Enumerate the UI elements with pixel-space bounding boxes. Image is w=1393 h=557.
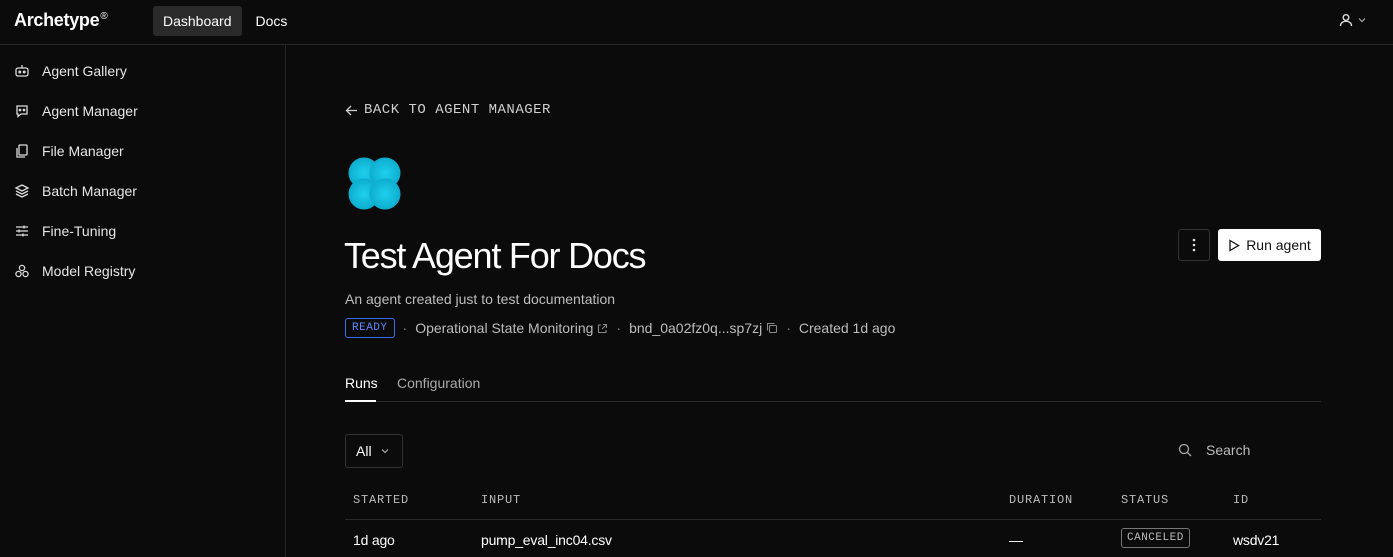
created-time: Created 1d ago: [798, 320, 896, 336]
source-link-label: Operational State Monitoring: [415, 320, 594, 336]
sidebar-item-fine-tuning[interactable]: Fine-Tuning: [14, 221, 116, 241]
arrow-left-icon: [345, 105, 357, 115]
search-placeholder: Search: [1206, 442, 1251, 458]
nav-dashboard[interactable]: Dashboard: [153, 6, 242, 36]
search-input[interactable]: Search: [1178, 442, 1250, 458]
robot-icon: [15, 65, 29, 77]
sidebar-item-label: Batch Manager: [42, 183, 137, 199]
agent-avatar: [348, 157, 401, 210]
sidebar-item-batch-manager[interactable]: Batch Manager: [14, 181, 137, 201]
copy-icon: [767, 322, 778, 334]
bundle-id-label: bnd_0a02fz0q...sp7zj: [629, 320, 763, 336]
user-menu[interactable]: [1339, 13, 1367, 27]
tab-configuration[interactable]: Configuration: [397, 375, 480, 391]
layers-icon: [14, 184, 30, 198]
separator: ·: [402, 320, 408, 336]
filter-selected-value: All: [356, 443, 372, 459]
sidebar-item-label: Model Registry: [42, 263, 136, 279]
more-vertical-icon: [1192, 238, 1196, 252]
top-bar: Archetype® Dashboard Docs: [0, 0, 1393, 45]
page-title: Test Agent For Docs: [344, 235, 647, 276]
sidebar-item-label: Agent Manager: [42, 103, 138, 119]
run-agent-button[interactable]: Run agent: [1218, 229, 1321, 261]
back-link[interactable]: BACK TO AGENT MANAGER: [345, 102, 551, 118]
sidebar-item-agent-manager[interactable]: Agent Manager: [14, 101, 138, 121]
tab-bar: Runs Configuration: [345, 367, 1321, 402]
cell-duration: —: [1009, 532, 1023, 548]
sidebar: Agent Gallery Agent Manager File Manager…: [0, 45, 286, 557]
cubes-icon: [15, 264, 29, 278]
main-content: BACK TO AGENT MANAGER Test Agent For Doc…: [286, 45, 1393, 557]
app-logo[interactable]: Archetype®: [14, 10, 108, 31]
table-row[interactable]: 1d ago pump_eval_inc04.csv — CANCELED ws…: [345, 521, 1321, 557]
play-icon: [1229, 238, 1240, 252]
agent-meta: READY · Operational State Monitoring · b…: [345, 318, 895, 338]
column-header-input[interactable]: INPUT: [481, 493, 521, 507]
cell-input: pump_eval_inc04.csv: [481, 532, 612, 548]
cell-status-badge: CANCELED: [1121, 528, 1190, 548]
status-filter-select[interactable]: All: [345, 434, 403, 468]
user-icon: [1339, 14, 1353, 27]
column-header-status[interactable]: STATUS: [1121, 493, 1169, 507]
status-badge: READY: [345, 318, 395, 338]
sidebar-item-model-registry[interactable]: Model Registry: [14, 261, 135, 281]
external-link-icon: [598, 323, 608, 333]
sidebar-item-agent-gallery[interactable]: Agent Gallery: [14, 61, 127, 81]
sidebar-item-label: File Manager: [42, 143, 124, 159]
active-tab-indicator: [345, 400, 376, 402]
source-link[interactable]: Operational State Monitoring: [415, 320, 608, 336]
sidebar-item-label: Fine-Tuning: [42, 223, 117, 239]
sliders-icon: [16, 225, 28, 237]
more-options-button[interactable]: [1178, 229, 1210, 261]
table-header: STARTED INPUT DURATION STATUS ID: [345, 485, 1321, 520]
cell-id: wsdv21: [1233, 532, 1280, 548]
column-header-started[interactable]: STARTED: [353, 493, 409, 507]
chat-bot-icon: [16, 105, 28, 118]
column-header-id[interactable]: ID: [1233, 493, 1249, 507]
tab-runs[interactable]: Runs: [345, 375, 378, 391]
chevron-down-icon: [381, 449, 388, 454]
bundle-id[interactable]: bnd_0a02fz0q...sp7zj: [629, 320, 778, 336]
cell-started: 1d ago: [353, 532, 395, 548]
sidebar-item-label: Agent Gallery: [42, 63, 127, 79]
sidebar-item-file-manager[interactable]: File Manager: [14, 141, 124, 161]
separator: ·: [786, 320, 791, 336]
search-icon: [1178, 443, 1192, 457]
back-link-label: BACK TO AGENT MANAGER: [364, 102, 551, 118]
separator: ·: [616, 320, 622, 336]
files-icon: [16, 144, 28, 158]
column-header-duration[interactable]: DURATION: [1009, 493, 1073, 507]
agent-description: An agent created just to test documentat…: [345, 291, 616, 307]
chevron-down-icon: [1358, 18, 1366, 23]
run-agent-label: Run agent: [1246, 237, 1311, 253]
nav-docs[interactable]: Docs: [246, 6, 298, 36]
top-nav: Dashboard Docs: [153, 6, 297, 36]
